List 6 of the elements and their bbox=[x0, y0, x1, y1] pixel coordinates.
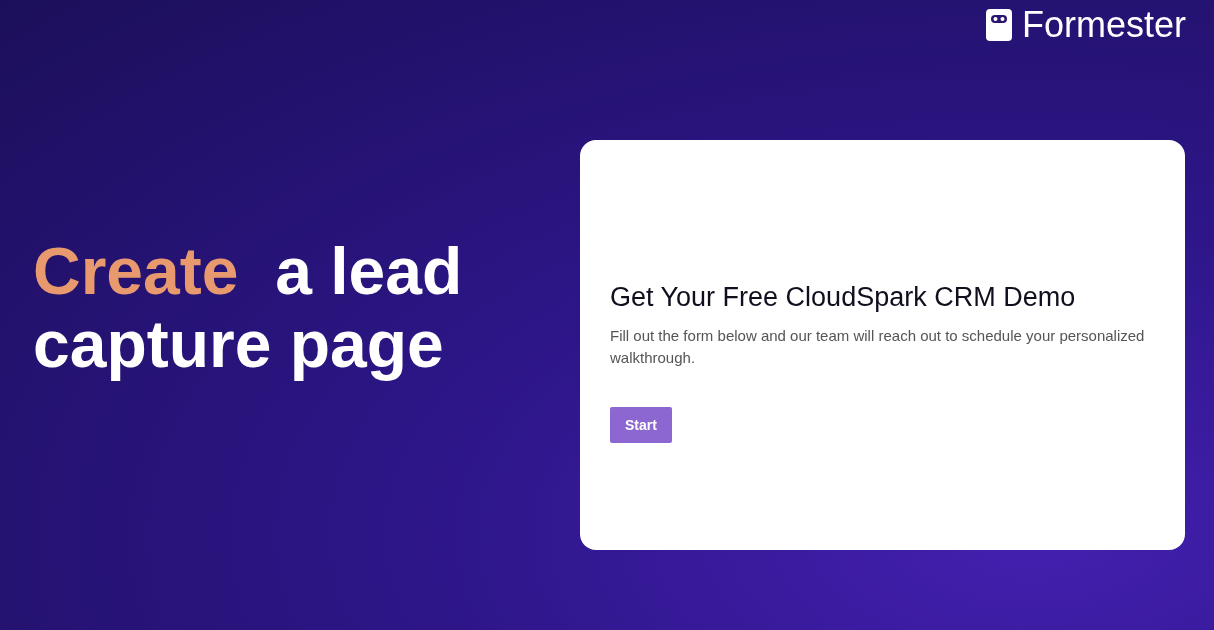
headline: Create a lead capture page bbox=[33, 235, 464, 381]
form-title: Get Your Free CloudSpark CRM Demo bbox=[610, 282, 1077, 313]
brand-name: Formester bbox=[1021, 4, 1186, 46]
start-button[interactable]: Start bbox=[610, 407, 672, 443]
form-description: Fill out the form below and our team will reach out to schedule your personalized walkthrough. bbox=[610, 326, 1146, 368]
logo-icon bbox=[985, 9, 1012, 41]
